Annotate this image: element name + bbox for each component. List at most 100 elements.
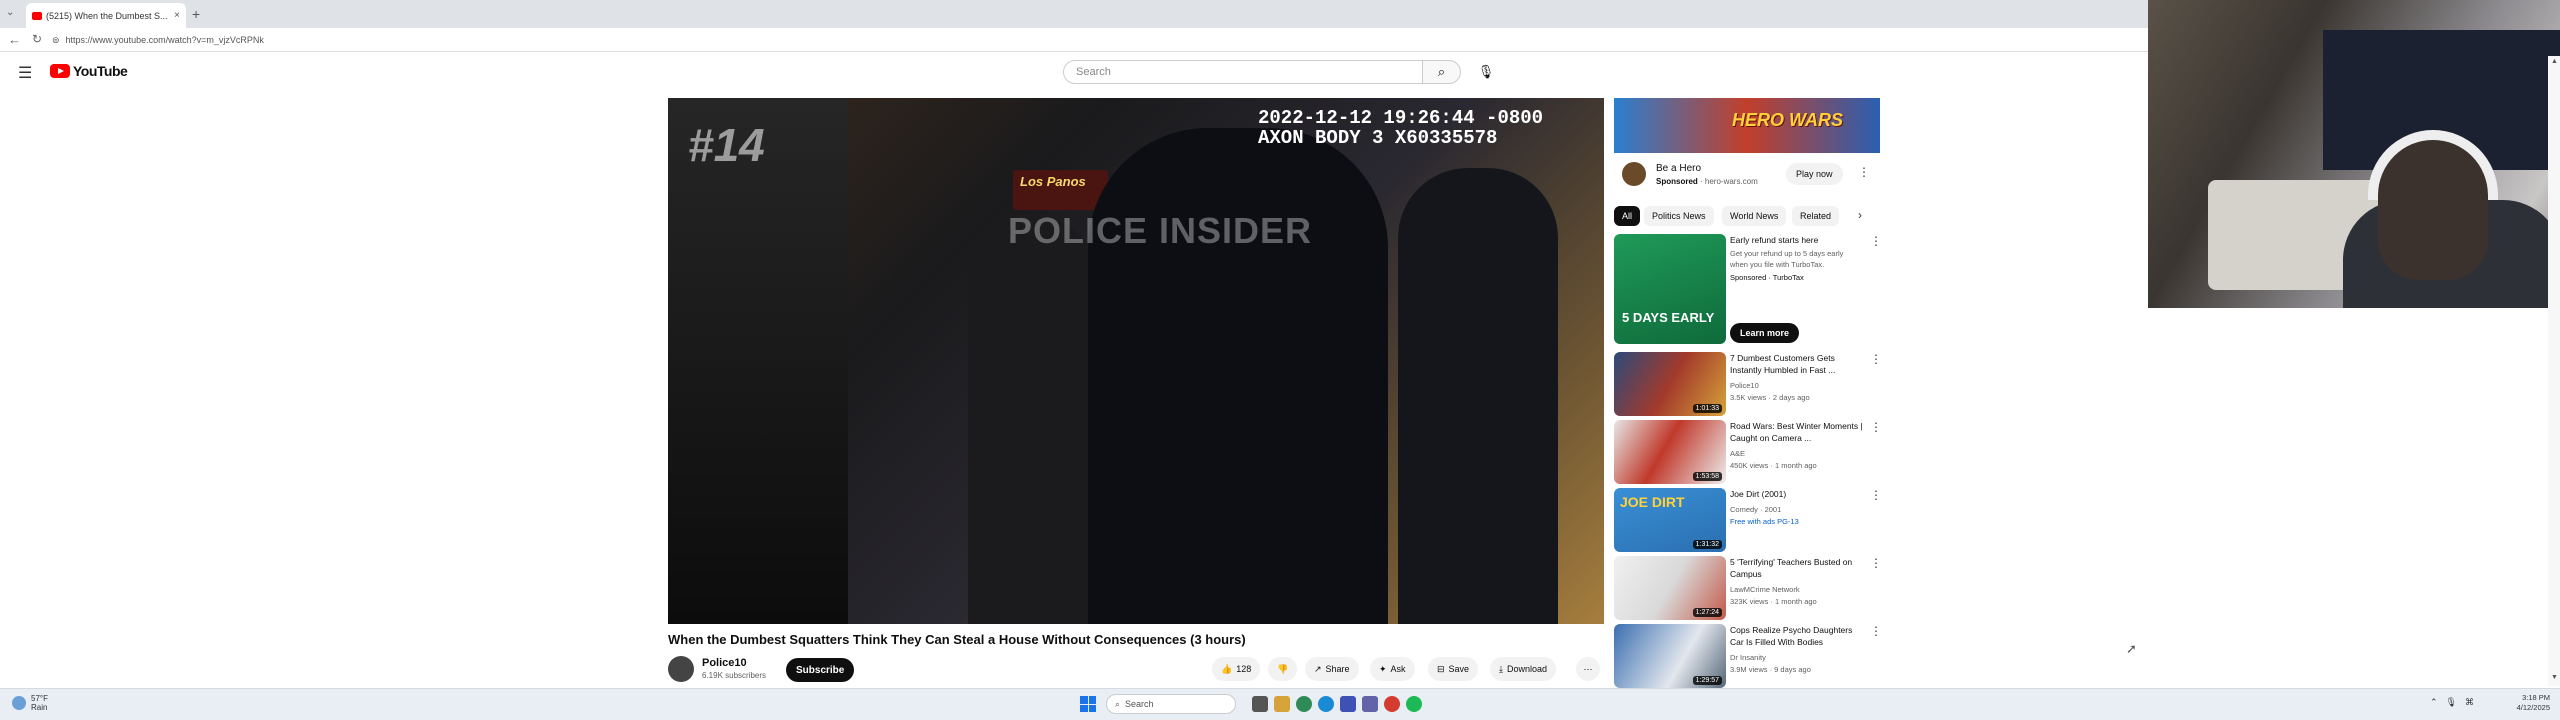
video-thumbnail[interactable]: 5 DAYS EARLY [1614,234,1726,344]
spotify-icon[interactable] [1406,696,1422,712]
share-button[interactable]: ↗ Share [1305,657,1359,681]
video-thumbnail[interactable]: JOE DIRT 1:31:32 [1614,488,1726,552]
edge-icon[interactable] [1318,696,1334,712]
chrome-icon[interactable] [1296,696,1312,712]
scroll-up-icon[interactable]: ▲ [2551,58,2558,65]
bookmark-icon: ⊟ [1437,663,1445,674]
ad-title[interactable]: Be a Hero [1656,163,1701,174]
more-vertical-icon[interactable]: ⋮ [1870,234,1882,248]
chip-all[interactable]: All [1614,206,1641,226]
video-thumbnail[interactable]: 1:29:57 [1614,624,1726,688]
rec-description: Get your refund up to 5 days early when … [1730,249,1844,269]
rec-channel[interactable]: A&E [1730,448,1745,459]
more-vertical-icon[interactable]: ⋮ [1870,352,1882,366]
tab-list-dropdown-icon[interactable]: ⌄ [6,7,14,18]
save-label: Save [1448,664,1470,674]
channel-avatar[interactable] [668,656,694,682]
new-tab-button[interactable]: + [192,6,200,22]
taskbar-search[interactable]: ⌕ Search [1106,694,1236,714]
video-thumbnail[interactable]: 1:53:58 [1614,420,1726,484]
rec-channel[interactable]: Police10 [1730,380,1759,391]
more-horizontal-icon: ⋯ [1583,663,1593,674]
ad-play-now-button[interactable]: Play now [1786,163,1843,185]
search-input[interactable]: Search [1063,60,1423,84]
site-info-icon[interactable]: ⊜ [52,35,60,46]
store-icon[interactable] [1340,696,1356,712]
page-scrollbar[interactable] [2548,56,2560,686]
ad-banner-logo: HERO WARS [1732,110,1844,130]
ad-avatar[interactable] [1622,162,1646,186]
ad-banner-image[interactable]: HERO WARS [1614,98,1880,153]
rec-meta: 3.9M views · 9 days ago [1730,665,1811,674]
system-tray[interactable]: ⌃ 🎙 ⌘ [2430,697,2474,708]
more-vertical-icon[interactable]: ⋮ [1870,624,1882,638]
rec-title[interactable]: 7 Dumbest Customers Gets Instantly Humbl… [1730,352,1865,376]
close-tab-icon[interactable]: × [174,10,180,21]
file-explorer-icon[interactable] [1274,696,1290,712]
video-thumbnail[interactable]: 1:27:24 [1614,556,1726,620]
download-button[interactable]: ⤓ Download [1490,657,1557,681]
windows-start-icon[interactable] [1080,696,1096,712]
browser-tab-active[interactable]: (5215) When the Dumbest S... × [26,3,186,28]
rec-title[interactable]: 5 'Terrifying' Teachers Busted on Campus [1730,556,1865,580]
ad-domain: hero-wars.com [1704,177,1758,186]
rec-title[interactable]: Joe Dirt (2001) [1730,488,1865,500]
dislike-button[interactable]: 👎 [1268,657,1298,681]
video-thumbnail[interactable]: 1:01:33 [1614,352,1726,416]
rec-channel[interactable]: LawMCrime Network [1730,584,1800,595]
rec-meta: 450K views · 1 month ago [1730,461,1817,470]
share-label: Share [1325,664,1350,674]
tab-title: (5215) When the Dumbest S... [46,10,168,21]
tray-chevron-icon[interactable]: ⌃ [2430,697,2438,708]
video-player[interactable]: #14 2022-12-12 19:26:44 -0800 AXON BODY … [668,98,1604,624]
task-view-icon[interactable] [1252,696,1268,712]
list-item[interactable]: 1:27:24 5 'Terrifying' Teachers Busted o… [1614,556,1882,620]
rec-title[interactable]: Cops Realize Psycho Daughters Car Is Fil… [1730,624,1865,648]
scroll-down-icon[interactable]: ▼ [2551,674,2558,681]
subscribe-button[interactable]: Subscribe [786,658,855,682]
list-item[interactable]: 1:29:57 Cops Realize Psycho Daughters Ca… [1614,624,1882,688]
channel-name[interactable]: Police10 [702,657,747,669]
taskbar-clock[interactable]: 3:18 PM 4/12/2025 [2500,693,2550,713]
duration-badge: 1:53:58 [1692,472,1722,481]
rec-title[interactable]: Road Wars: Best Winter Moments | Caught … [1730,420,1865,444]
reload-icon[interactable]: ↻ [32,32,42,46]
list-item[interactable]: JOE DIRT 1:31:32 Joe Dirt (2001) Comedy … [1614,488,1882,552]
ask-label: Ask [1390,664,1406,674]
ask-button[interactable]: ✦ Ask [1370,657,1415,681]
app-icon[interactable] [1384,696,1400,712]
download-icon: ⤓ [1499,663,1503,674]
learn-more-button[interactable]: Learn more [1730,323,1800,343]
weather-widget[interactable]: 57°F Rain [12,694,48,712]
search-button[interactable]: ⌕ [1423,60,1461,84]
teams-icon[interactable] [1362,696,1378,712]
url-field[interactable]: ⊜ https://www.youtube.com/watch?v=m_vjzV… [52,32,652,48]
video-frame-figure [968,218,1098,624]
back-arrow-icon[interactable]: ← [8,32,21,47]
sparkle-icon: ✦ [1379,663,1387,674]
chevron-right-icon[interactable]: › [1858,208,1862,222]
weather-temp: 57°F [31,694,48,703]
chip-related[interactable]: Related [1792,206,1840,226]
youtube-logo[interactable]: YouTube [50,63,128,79]
more-vertical-icon[interactable]: ⋮ [1870,556,1882,570]
rec-title[interactable]: Early refund starts here [1730,234,1865,246]
more-vertical-icon[interactable]: ⋮ [1870,420,1882,434]
chip-world-news[interactable]: World News [1722,206,1787,226]
like-button[interactable]: 👍 128 [1212,657,1261,681]
save-button[interactable]: ⊟ Save [1428,657,1479,681]
more-actions-button[interactable]: ⋯ [1576,657,1600,681]
chip-politics-news[interactable]: Politics News [1644,206,1714,226]
ad-more-vertical-icon[interactable]: ⋮ [1858,165,1870,179]
list-item[interactable]: 1:53:58 Road Wars: Best Winter Moments |… [1614,420,1882,484]
youtube-favicon-icon [32,11,42,20]
network-icon[interactable]: ⌘ [2465,697,2474,708]
microphone-icon[interactable]: 🎙 [2446,697,2457,708]
menu-hamburger-icon[interactable]: ☰ [18,63,32,83]
voice-search-button[interactable]: 🎙 [1472,60,1500,84]
video-frame-figure [668,98,848,624]
list-item[interactable]: 1:01:33 7 Dumbest Customers Gets Instant… [1614,352,1882,416]
search-icon: ⌕ [1437,64,1446,79]
rec-channel[interactable]: Dr Insanity [1730,652,1766,663]
more-vertical-icon[interactable]: ⋮ [1870,488,1882,502]
